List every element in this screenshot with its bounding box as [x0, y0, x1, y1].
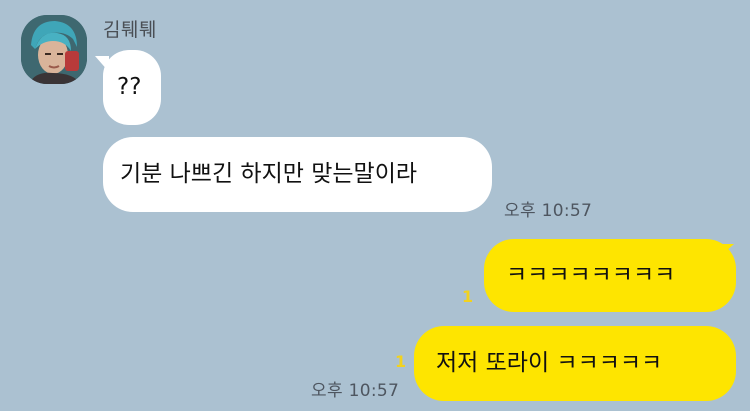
- incoming-message[interactable]: 기분 나쁘긴 하지만 맞는말이라: [103, 137, 492, 212]
- message-text: 기분 나쁘긴 하지만 맞는말이라: [120, 161, 418, 187]
- outgoing-message[interactable]: 저저 또라이 ㅋㅋㅋㅋㅋ: [414, 326, 736, 401]
- unread-count: 1: [462, 287, 474, 306]
- sender-avatar[interactable]: [21, 15, 87, 84]
- chat-room[interactable]: 김퉤퉤 ?? 기분 나쁘긴 하지만 맞는말이라 오후 10:57 1 ㅋㅋㅋㅋㅋ…: [0, 0, 750, 411]
- outgoing-message[interactable]: ㅋㅋㅋㅋㅋㅋㅋㅋ: [484, 239, 736, 312]
- message-text: ??: [117, 74, 142, 100]
- message-timestamp: 오후 10:57: [504, 201, 593, 221]
- profile-photo-icon: [21, 15, 87, 84]
- sender-name: 김퉤퉤: [103, 19, 157, 41]
- message-timestamp: 오후 10:57: [311, 381, 400, 401]
- message-text: ㅋㅋㅋㅋㅋㅋㅋㅋ: [506, 262, 676, 288]
- unread-count: 1: [395, 352, 407, 371]
- incoming-message[interactable]: ??: [103, 50, 161, 125]
- message-text: 저저 또라이 ㅋㅋㅋㅋㅋ: [436, 350, 663, 376]
